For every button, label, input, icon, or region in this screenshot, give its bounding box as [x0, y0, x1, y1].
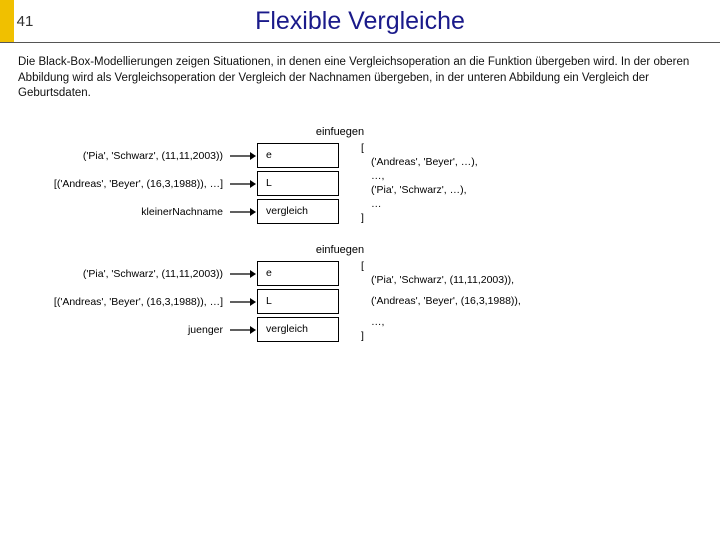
d2-cell-L: L	[257, 289, 339, 314]
arrow-icon	[229, 325, 257, 335]
d1-row3-left: kleinerNachname	[18, 206, 229, 218]
slide-number-box: 41	[0, 0, 46, 42]
d2-out-line2: ('Pia', 'Schwarz', (11,11,2003)),	[361, 274, 702, 287]
slide-header: 41 Flexible Vergleiche	[0, 0, 720, 43]
slide-number: 41	[13, 13, 34, 30]
d2-cell-e: e	[257, 261, 339, 286]
d1-out-line4: ('Pia', 'Schwarz', …),	[361, 184, 702, 197]
d1-out-line1: [	[361, 142, 702, 155]
d2-row3-left: juenger	[18, 324, 229, 336]
d1-cell-e: e	[257, 143, 339, 168]
d2-out-line3: ('Andreas', 'Beyer', (16,3,1988)),	[361, 295, 702, 308]
diagram-top: einfuegen ('Pia', 'Schwarz', (11,11,2003…	[0, 126, 720, 226]
slide-title: Flexible Vergleiche	[46, 0, 720, 42]
arrow-icon	[229, 179, 257, 189]
arrow-icon	[229, 151, 257, 161]
d1-output: [ ('Andreas', 'Beyer', …),	[339, 142, 702, 168]
d1-cell-vergleich: vergleich	[257, 199, 339, 224]
d1-row1-left: ('Pia', 'Schwarz', (11,11,2003))	[18, 150, 229, 162]
d1-row2-left: [('Andreas', 'Beyer', (16,3,1988)), …]	[18, 178, 229, 190]
diagram1-title: einfuegen	[0, 126, 720, 138]
d1-out-line3: …,	[361, 170, 702, 183]
d1-out-line6: ]	[361, 212, 702, 225]
arrow-icon	[229, 269, 257, 279]
d1-out-line5: …	[361, 198, 702, 211]
d2-row1-left: ('Pia', 'Schwarz', (11,11,2003))	[18, 268, 229, 280]
d1-out-line2: ('Andreas', 'Beyer', …),	[361, 156, 702, 169]
d2-output: [ ('Pia', 'Schwarz', (11,11,2003)),	[339, 260, 702, 286]
d2-out-line5: ]	[361, 330, 702, 343]
arrow-icon	[229, 207, 257, 217]
d2-row2-left: [('Andreas', 'Beyer', (16,3,1988)), …]	[18, 296, 229, 308]
arrow-icon	[229, 297, 257, 307]
body-paragraph: Die Black-Box-Modellierungen zeigen Situ…	[0, 43, 720, 108]
d2-out-line4: …,	[361, 316, 702, 329]
d1-cell-L: L	[257, 171, 339, 196]
d2-out-line1: [	[361, 260, 702, 273]
d2-cell-vergleich: vergleich	[257, 317, 339, 342]
diagram2-title: einfuegen	[0, 244, 720, 256]
diagram-bottom: einfuegen ('Pia', 'Schwarz', (11,11,2003…	[0, 244, 720, 344]
